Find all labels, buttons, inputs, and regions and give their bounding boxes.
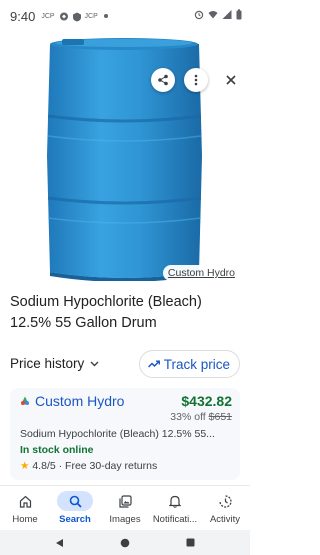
nav-images[interactable]: Images: [100, 486, 150, 530]
offer-card[interactable]: Custom Hydro $432.82 33% off $651 Sodium…: [10, 388, 240, 480]
home-icon: [19, 495, 31, 508]
nav-notifications-icon-wrap: [157, 491, 193, 511]
activity-icon: [218, 494, 232, 508]
search-icon: [69, 495, 82, 508]
bottom-navigation: Home Search Images Notificati... Activit…: [0, 485, 250, 530]
images-icon: [118, 494, 132, 508]
bell-icon: [169, 495, 181, 508]
product-image-area[interactable]: Custom Hydro: [0, 32, 250, 287]
merchant-name: Custom Hydro: [35, 393, 125, 409]
product-title: Sodium Hypochlorite (Bleach) 12.5% 55 Ga…: [10, 294, 202, 331]
nav-search-label: Search: [59, 514, 91, 525]
price-history-row: Price history Track price: [10, 350, 240, 380]
close-icon: [226, 75, 236, 85]
status-right-icons: [194, 9, 242, 20]
system-navigation-bar: [0, 530, 250, 555]
old-price: $651: [208, 411, 232, 423]
nav-activity-icon-wrap: [207, 491, 243, 511]
discount-percent: 33% off: [170, 411, 206, 423]
nav-images-icon-wrap: [107, 491, 143, 511]
chevron-down-icon: [90, 361, 99, 367]
share-icon: [158, 74, 168, 86]
product-image-barrel: [47, 38, 202, 281]
rating-text: 4.8/5 · Free 30-day returns: [32, 460, 158, 472]
close-button[interactable]: [219, 68, 243, 92]
notification-jcp-2: JCP: [84, 12, 98, 20]
nav-home-icon-wrap: [7, 491, 43, 511]
notification-shield-icon: [72, 12, 81, 21]
nav-activity-label: Activity: [209, 514, 241, 525]
track-price-button[interactable]: Track price: [138, 350, 240, 378]
nav-search[interactable]: Search: [50, 486, 100, 530]
trending-icon: [147, 360, 160, 368]
price-history-label: Price history: [10, 356, 85, 371]
offer-discount: 33% off $651: [170, 411, 232, 423]
merchant-link[interactable]: Custom Hydro: [20, 393, 124, 409]
notification-jcp-1: JCP: [41, 12, 55, 20]
price-history-toggle[interactable]: Price history: [10, 356, 99, 371]
star-icon: ★: [20, 460, 30, 472]
share-button[interactable]: [151, 68, 175, 92]
image-source-link[interactable]: Custom Hydro: [162, 265, 240, 281]
recents-button-icon[interactable]: [186, 538, 195, 547]
nav-activity[interactable]: Activity: [200, 486, 250, 530]
offer-rating: ★ 4.8/5 · Free 30-day returns: [20, 460, 157, 472]
nav-search-icon-wrap: [57, 491, 93, 511]
back-button-icon[interactable]: [55, 538, 64, 548]
stock-status: In stock online: [20, 444, 94, 456]
battery-icon: [236, 9, 242, 20]
wifi-icon: [208, 11, 218, 19]
more-vert-icon: [194, 74, 198, 86]
nav-notifications[interactable]: Notificati...: [150, 486, 200, 530]
track-price-label: Track price: [163, 356, 230, 372]
notification-app-icon: [59, 12, 68, 20]
home-button-icon[interactable]: [120, 538, 130, 548]
nav-home-label: Home: [12, 514, 38, 525]
offer-price: $432.82: [181, 393, 232, 409]
status-bar: 9:40 JCP JCP: [0, 0, 250, 32]
alarm-icon: [194, 10, 204, 20]
status-time: 9:40: [10, 8, 36, 24]
more-options-button[interactable]: [184, 68, 208, 92]
nav-notifications-label: Notificati...: [152, 514, 198, 525]
nav-home[interactable]: Home: [0, 486, 50, 530]
merchant-logo-icon: [21, 396, 29, 405]
signal-icon: [222, 10, 232, 19]
offer-description: Sodium Hypochlorite (Bleach) 12.5% 55...: [20, 428, 215, 440]
nav-images-label: Images: [109, 514, 141, 525]
notification-dot: [103, 14, 108, 18]
